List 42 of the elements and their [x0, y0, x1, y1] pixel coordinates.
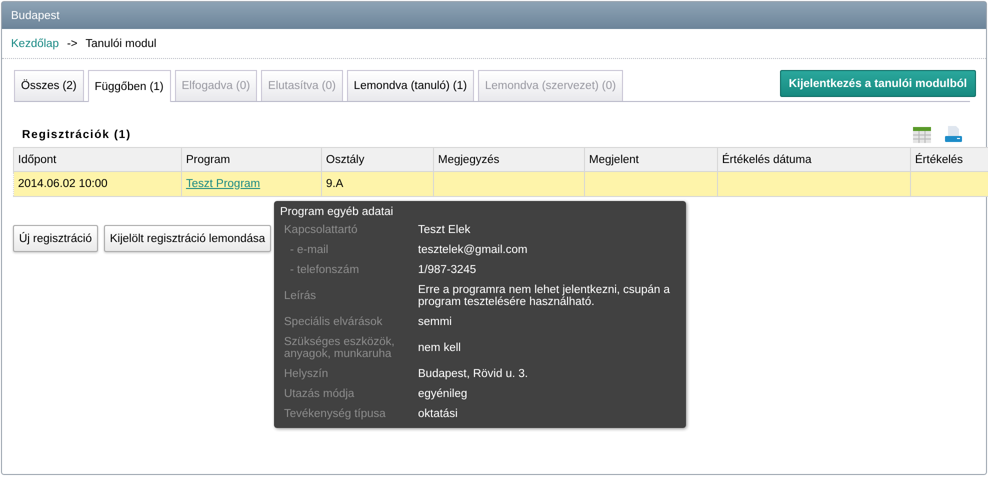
- detail-label: Szükséges eszközök, anyagok, munkaruha: [284, 336, 396, 360]
- detail-value: oktatási: [418, 408, 459, 420]
- tab[interactable]: Függőben (1): [88, 70, 171, 102]
- detail-label: Speciális elvárások: [284, 316, 384, 328]
- detail-value: egyénileg: [418, 388, 468, 400]
- breadcrumb-separator: ->: [66, 38, 78, 50]
- window-title: Budapest: [11, 10, 60, 22]
- column-header: Értékelés dátuma: [718, 148, 910, 172]
- detail-value: Teszt Elek: [418, 224, 472, 236]
- print-icon[interactable]: [945, 126, 962, 143]
- column-header: Program: [182, 148, 322, 172]
- tab[interactable]: Lemondva (tanuló) (1): [346, 70, 474, 101]
- detail-label: Leírás: [284, 290, 317, 302]
- detail-label: Kapcsolattartó: [284, 224, 359, 236]
- detail-value: nem kell: [418, 342, 462, 354]
- table-cell: 9.A: [326, 178, 344, 190]
- detail-label: - e-mail: [289, 244, 330, 256]
- detail-value: semmi: [418, 316, 453, 328]
- column-header: Időpont: [14, 148, 182, 172]
- detail-value: Budapest, Rövid u. 3.: [418, 368, 529, 380]
- detail-value: 1/987-3245: [418, 264, 478, 276]
- detail-label: Tevékenység típusa: [284, 408, 387, 420]
- table-row[interactable]: 2014.06.02 10:00 Teszt Program 9.A: [14, 172, 988, 196]
- logout-button[interactable]: Kijelentkezés a tanulói modulból: [780, 70, 976, 97]
- detail-label: - telefonszám: [289, 264, 360, 276]
- tooltip-title: Program egyéb adatai: [280, 206, 394, 218]
- table-cell: 2014.06.02 10:00: [18, 178, 108, 190]
- detail-label: Helyszín: [284, 368, 330, 380]
- column-header: Osztály: [322, 148, 434, 172]
- tab[interactable]: Összes (2): [14, 70, 84, 101]
- detail-label: Utazás módja: [284, 388, 356, 400]
- column-header: Megjegyzés: [434, 148, 584, 172]
- breadcrumb-current: Tanulói modul: [86, 38, 156, 50]
- section-title: Regisztrációk (1): [22, 128, 132, 140]
- detail-value: tesztelek@gmail.com: [418, 244, 528, 256]
- action-button[interactable]: Kijelölt regisztráció lemondása: [104, 225, 272, 252]
- spreadsheet-icon[interactable]: [913, 127, 931, 143]
- column-header: Megjelent: [584, 148, 718, 172]
- column-header: Értékelés: [910, 148, 988, 172]
- action-button[interactable]: Új regisztráció: [13, 225, 98, 252]
- home-link[interactable]: Kezdőlap: [11, 38, 59, 50]
- detail-value: Erre a programra nem lehet jelentkezni, csupán a program tesztelésére használható.: [418, 284, 671, 308]
